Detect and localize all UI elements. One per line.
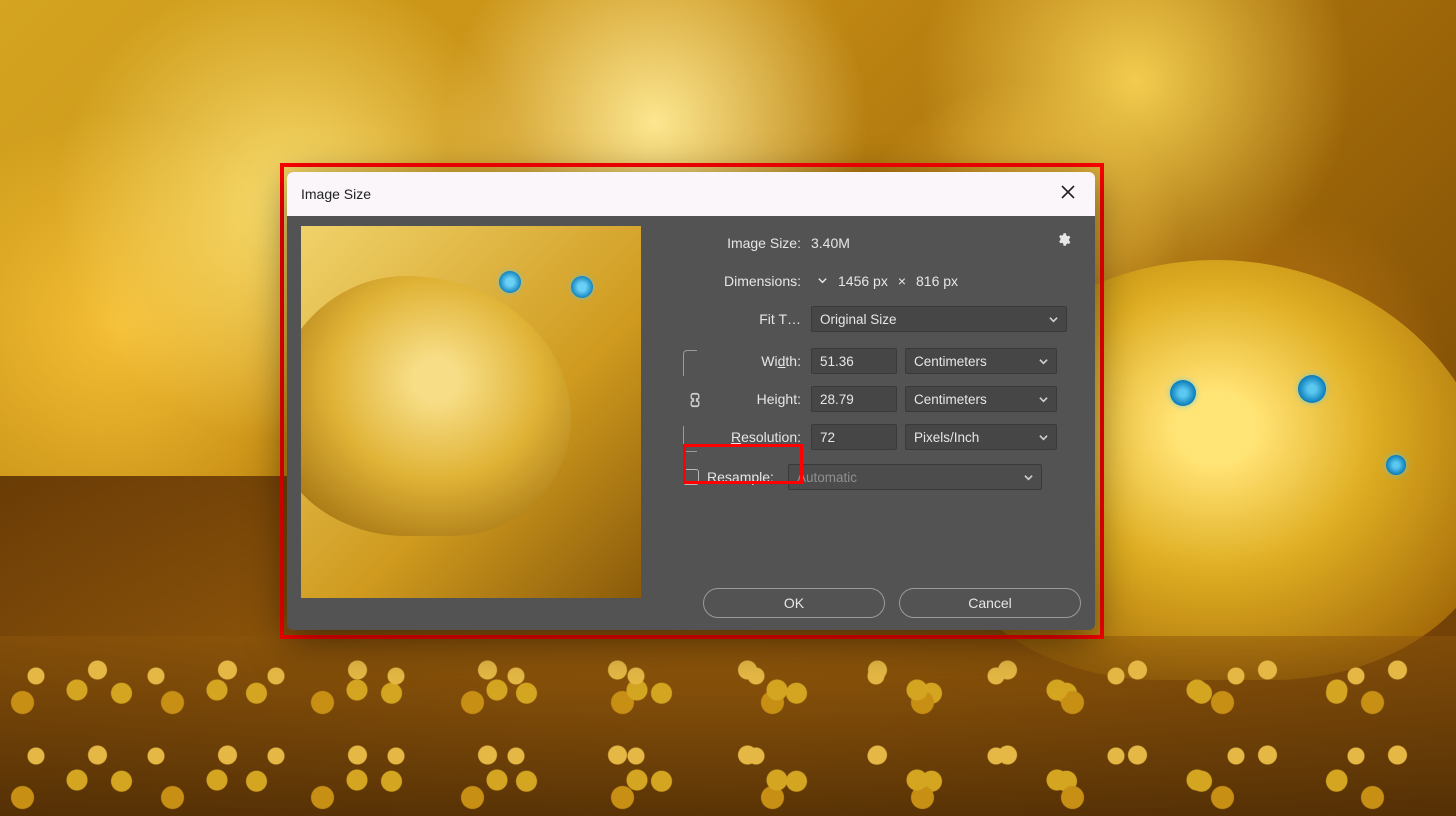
chevron-down-icon <box>1039 357 1048 366</box>
chevron-down-icon <box>1039 433 1048 442</box>
height-unit-select[interactable]: Centimeters <box>905 386 1057 412</box>
height-unit-value: Centimeters <box>914 392 987 407</box>
image-size-label: Image Size: <box>681 235 811 251</box>
width-unit-value: Centimeters <box>914 354 987 369</box>
width-unit-select[interactable]: Centimeters <box>905 348 1057 374</box>
height-label: Height: <box>711 391 811 407</box>
chevron-down-icon <box>1049 315 1058 324</box>
link-icon <box>689 392 701 411</box>
preview-detail <box>571 276 593 298</box>
wallpaper-gem <box>1298 375 1326 403</box>
fit-to-value: Original Size <box>820 312 897 327</box>
close-button[interactable] <box>1055 179 1081 210</box>
wallpaper-gem <box>1170 380 1196 406</box>
width-label: Width: <box>711 353 811 369</box>
cancel-button[interactable]: Cancel <box>899 588 1081 618</box>
close-icon <box>1061 185 1075 199</box>
resolution-unit-value: Pixels/Inch <box>914 430 979 445</box>
preview-detail <box>499 271 521 293</box>
resolution-label: Resolution: <box>711 429 811 445</box>
image-size-dialog: Image Size Image Size: 3.40M Dimensions: <box>287 172 1095 630</box>
preview-content <box>301 276 571 536</box>
dimensions-height: 816 px <box>916 273 958 289</box>
dimensions-value: 1456 px × 816 px <box>838 273 958 289</box>
resample-method-value: Automatic <box>797 470 857 485</box>
fields-column: Image Size: 3.40M Dimensions: 1456 px × … <box>681 226 1081 618</box>
chevron-down-icon <box>1039 395 1048 404</box>
dimensions-separator: × <box>898 273 906 289</box>
dialog-title: Image Size <box>301 186 371 202</box>
settings-button[interactable] <box>1056 232 1071 250</box>
fit-to-select[interactable]: Original Size <box>811 306 1067 332</box>
gear-icon <box>1056 232 1071 247</box>
wallpaper-gem <box>1386 455 1406 475</box>
resolution-input[interactable] <box>811 424 897 450</box>
width-input[interactable] <box>811 348 897 374</box>
dimensions-dropdown[interactable] <box>817 273 828 289</box>
dialog-titlebar[interactable]: Image Size <box>287 172 1095 216</box>
chevron-down-icon <box>1024 473 1033 482</box>
resample-method-select: Automatic <box>788 464 1042 490</box>
annotation-border-resample <box>683 444 803 484</box>
wallpaper-coins <box>0 636 1456 816</box>
image-preview <box>301 226 641 598</box>
constrain-proportions[interactable] <box>681 344 709 458</box>
fit-to-label: Fit T… <box>681 311 811 327</box>
image-size-value: 3.40M <box>811 235 850 251</box>
ok-button[interactable]: OK <box>703 588 885 618</box>
dimensions-width: 1456 px <box>838 273 888 289</box>
chevron-down-icon <box>817 275 828 286</box>
resolution-unit-select[interactable]: Pixels/Inch <box>905 424 1057 450</box>
dimensions-label: Dimensions: <box>681 273 811 289</box>
height-input[interactable] <box>811 386 897 412</box>
